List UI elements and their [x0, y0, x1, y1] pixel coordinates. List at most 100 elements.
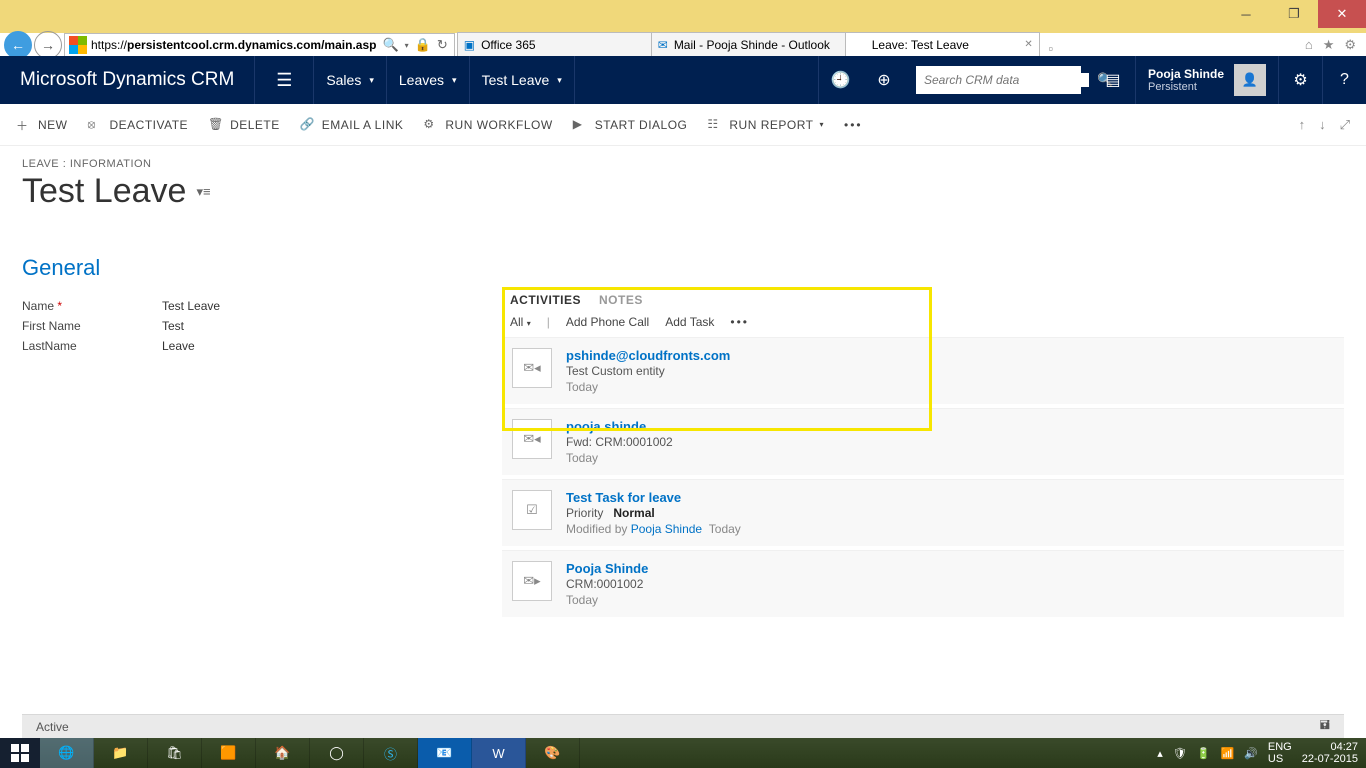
search-icon[interactable]: 🔍 [382, 37, 398, 53]
user-org: Persistent [1148, 81, 1224, 93]
activity-item[interactable]: ✉◂ pooja shinde Fwd: CRM:0001002 Today [502, 408, 1344, 475]
favorites-icon[interactable]: ★ [1323, 37, 1335, 53]
windows-icon [11, 744, 29, 762]
win-minimize-button[interactable]: ─ [1222, 0, 1270, 28]
breadcrumb-test-leave[interactable]: Test Leave▾ [470, 56, 575, 104]
trash-icon: 🗑 [208, 117, 224, 133]
recent-icon[interactable]: 🕘 [818, 56, 862, 104]
start-dialog-button[interactable]: ▶START DIALOG [573, 117, 688, 133]
deactivate-icon: ⦻ [88, 117, 104, 133]
add-phone-call-button[interactable]: Add Phone Call [566, 315, 649, 329]
record-title: Test Leave ▾≡ [22, 172, 1344, 211]
breadcrumb-sales[interactable]: Sales▾ [314, 56, 387, 104]
browser-address-bar[interactable]: https://persistentcool.crm.dynamics.com/… [64, 33, 455, 57]
activity-time: Today [566, 380, 730, 394]
deactivate-button[interactable]: ⦻DEACTIVATE [88, 117, 189, 133]
tray-network-icon: 📶 [1220, 747, 1234, 760]
settings-icon[interactable]: ⚙ [1278, 56, 1322, 104]
browser-tab-mail[interactable]: ✉ Mail - Pooja Shinde - Outlook [651, 32, 846, 56]
email-in-icon: ✉◂ [512, 348, 552, 388]
close-tab-icon[interactable]: ✕ [1024, 39, 1032, 50]
browser-back-button[interactable]: ← [4, 31, 32, 59]
browser-forward-button[interactable]: → [34, 31, 62, 59]
taskbar-app-chrome[interactable]: ◯ [310, 738, 364, 768]
taskbar-app-word[interactable]: W [472, 738, 526, 768]
gear-icon: ⚙ [423, 117, 439, 133]
record-status: Active [36, 720, 69, 734]
tray-clock[interactable]: 04:2722-07-2015 [1302, 741, 1358, 765]
breadcrumb-leaves[interactable]: Leaves▾ [387, 56, 470, 104]
tab-notes[interactable]: NOTES [599, 293, 643, 307]
tray-up-icon[interactable]: ▴ [1157, 747, 1163, 760]
activity-item[interactable]: ✉▸ Pooja Shinde CRM:0001002 Today [502, 550, 1344, 617]
tray-battery-icon: 🔋 [1197, 747, 1211, 760]
save-button[interactable]: 🖬 [1320, 716, 1330, 737]
activity-time: Today [566, 593, 648, 607]
taskbar-app-store[interactable]: 🛍 [148, 738, 202, 768]
delete-button[interactable]: 🗑DELETE [208, 117, 280, 133]
new-tab-button[interactable]: ▫ [1039, 41, 1063, 56]
report-icon: ☷ [707, 117, 723, 133]
add-task-button[interactable]: Add Task [665, 315, 714, 329]
field-firstname[interactable]: First Name Test [22, 319, 502, 333]
field-lastname[interactable]: LastName Leave [22, 339, 502, 353]
activity-item[interactable]: ☑ Test Task for leave Priority Normal Mo… [502, 479, 1344, 546]
activity-title: Pooja Shinde [566, 561, 648, 576]
nav-prev-icon[interactable]: ↑ [1299, 117, 1306, 133]
more-activities-button[interactable]: ••• [730, 315, 749, 329]
entity-type-label: LEAVE : INFORMATION [22, 158, 1344, 170]
activity-modified-by[interactable]: Pooja Shinde [631, 522, 702, 536]
browser-favicon-icon [852, 38, 866, 52]
browser-tab-label: Leave: Test Leave [872, 38, 969, 52]
form-selector-icon[interactable]: ▾≡ [196, 184, 210, 200]
browser-url-text: https://persistentcool.crm.dynamics.com/… [91, 38, 376, 52]
taskbar-app-paint[interactable]: 🎨 [526, 738, 580, 768]
tray-language[interactable]: ENGUS [1268, 741, 1292, 765]
win-close-button[interactable]: ✕ [1318, 0, 1366, 28]
run-workflow-button[interactable]: ⚙RUN WORKFLOW [423, 117, 552, 133]
field-name[interactable]: Name * Test Leave [22, 299, 502, 313]
sitemap-button[interactable]: ☰ [254, 56, 314, 104]
user-menu[interactable]: Pooja Shinde Persistent 👤 [1135, 56, 1278, 104]
chevron-down-icon: ▾ [557, 75, 562, 86]
taskbar-app-explorer[interactable]: 📁 [94, 738, 148, 768]
activity-subject: Test Custom entity [566, 364, 730, 378]
taskbar-app-ie[interactable]: 🌐 [40, 738, 94, 768]
task-icon: ☑ [512, 490, 552, 530]
taskbar-app-home[interactable]: 🏠 [256, 738, 310, 768]
nav-next-icon[interactable]: ↓ [1319, 117, 1326, 133]
win-restore-button[interactable]: ❐ [1270, 0, 1318, 28]
avatar-icon: 👤 [1234, 64, 1266, 96]
activity-title: pooja shinde [566, 419, 673, 434]
browser-tab-crm-leave[interactable]: Leave: Test Leave ✕ [845, 32, 1040, 56]
filter-all[interactable]: All ▾ [510, 315, 531, 329]
start-button[interactable] [0, 738, 40, 768]
crm-search-input[interactable] [916, 73, 1089, 87]
tab-activities[interactable]: ACTIVITIES [510, 293, 581, 307]
crm-search-box[interactable]: 🔍 [916, 66, 1081, 94]
tools-icon[interactable]: ⚙ [1344, 37, 1356, 53]
activity-title: pshinde@cloudfronts.com [566, 348, 730, 363]
refresh-icon[interactable]: ↻ [437, 37, 448, 53]
plus-icon: ＋ [16, 117, 32, 133]
advanced-find-icon[interactable]: ▤ [1091, 56, 1135, 104]
browser-tab-office365[interactable]: ▣ Office 365 [457, 32, 652, 56]
chevron-down-icon[interactable]: ▾ [405, 41, 409, 50]
more-commands-button[interactable]: ••• [844, 118, 863, 132]
taskbar-app-generic[interactable]: 🟧 [202, 738, 256, 768]
run-report-button[interactable]: ☷RUN REPORT▾ [707, 117, 824, 133]
activity-item[interactable]: ✉◂ pshinde@cloudfronts.com Test Custom e… [502, 337, 1344, 404]
help-icon[interactable]: ? [1322, 56, 1366, 104]
home-icon[interactable]: ⌂ [1305, 37, 1313, 52]
quick-create-button[interactable]: ⊕ [862, 56, 906, 104]
tray-volume-icon[interactable]: 🔊 [1244, 747, 1258, 760]
email-link-button[interactable]: 🔗EMAIL A LINK [300, 117, 404, 133]
activity-priority-value: Normal [613, 506, 654, 520]
email-out-icon: ✉▸ [512, 561, 552, 601]
popout-icon[interactable]: ⤢ [1340, 117, 1350, 133]
mail-icon: ✉ [658, 38, 668, 52]
taskbar-app-outlook[interactable]: 📧 [418, 738, 472, 768]
taskbar-app-skype[interactable]: Ⓢ [364, 738, 418, 768]
browser-tab-label: Mail - Pooja Shinde - Outlook [674, 38, 830, 52]
new-button[interactable]: ＋NEW [16, 117, 68, 133]
